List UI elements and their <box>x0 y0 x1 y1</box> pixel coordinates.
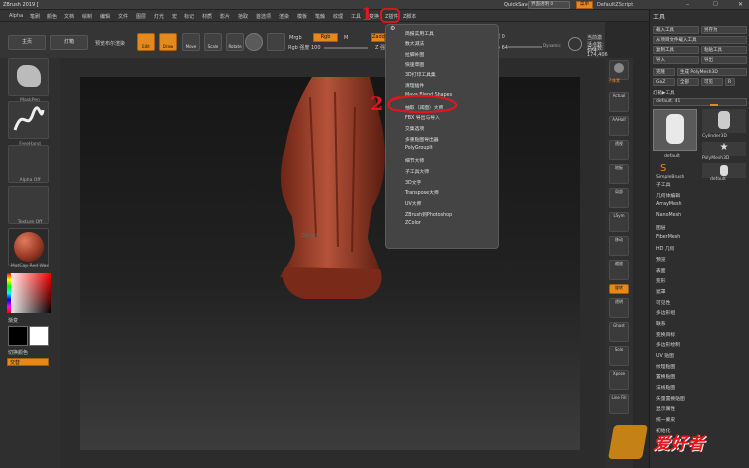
annotation-step-2: 2 <box>370 93 384 115</box>
decimation-highlight-ellipse <box>387 94 458 113</box>
annotation-step-1: 1 <box>361 5 373 25</box>
zplugin-highlight-box <box>380 8 400 23</box>
annotation-layer <box>380 8 458 113</box>
